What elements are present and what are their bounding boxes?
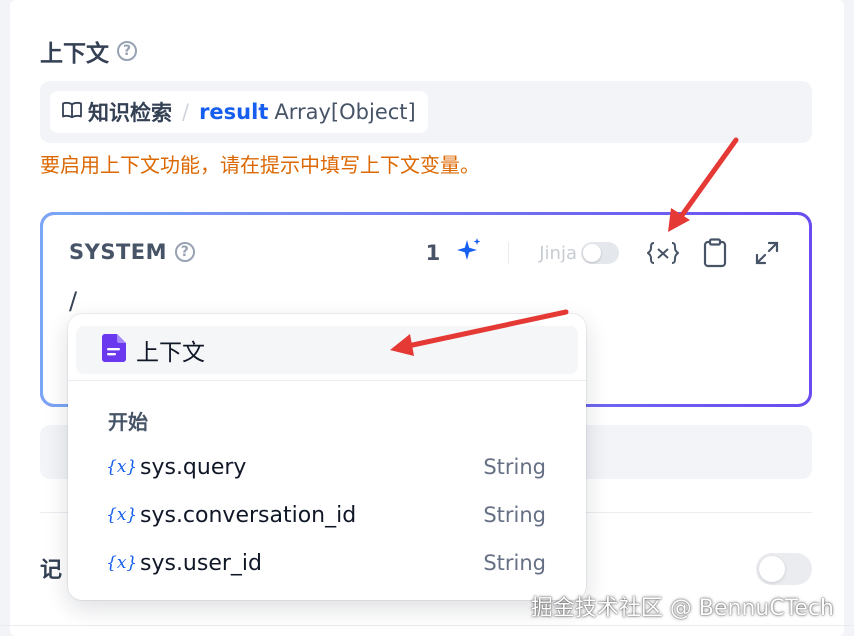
help-icon[interactable]: ? [117,41,137,61]
group-label: 开始 [108,410,148,434]
watermark: 掘金技术社区 @ BennuCTech [530,596,834,621]
bottom-divider [0,625,854,626]
sparkle-icon[interactable] [456,237,482,269]
variable-type: String [483,551,546,575]
editor-toolbar: 1 Jinja [426,233,785,273]
variable-name: sys.conversation_id [140,502,357,528]
prompt-content[interactable]: / [69,287,77,315]
variable-icon[interactable] [645,235,681,271]
role-label-group: SYSTEM ? [69,240,196,264]
variable-icon: {x} [106,553,138,573]
popup-divider [68,380,586,381]
variable-picker-popup: 上下文 开始 {x} sys.query String {x} sys.conv… [68,314,586,600]
toolbar-divider [508,242,510,264]
memory-toggle[interactable] [756,553,812,585]
variable-icon: {x} [106,457,138,477]
context-heading: 上下文 ? [40,34,137,68]
context-variable-type: Array[Object] [274,100,416,124]
variable-item[interactable]: {x} sys.conversation_id String [106,495,546,535]
variable-name: sys.query [140,454,247,480]
variable-icon: {x} [106,505,138,525]
help-icon[interactable]: ? [175,242,196,262]
token-count: 1 [425,241,441,265]
context-label: 上下文 [40,41,109,67]
memory-label: 记 [40,558,63,583]
context-selector[interactable]: 知识检索 / result Array[Object] [40,81,812,143]
context-source-name: 知识检索 [88,101,172,125]
context-variable-name: result [199,100,269,124]
variable-type: String [483,503,546,527]
role-label: SYSTEM [69,240,168,264]
expand-icon[interactable] [749,235,785,271]
book-icon [62,100,82,124]
context-variable-chip[interactable]: 知识检索 / result Array[Object] [50,91,428,133]
document-icon [102,334,126,366]
context-warning: 要启用上下文功能，请在提示中填写上下文变量。 [40,153,480,177]
jinja-toggle[interactable] [581,242,619,264]
variable-type: String [483,455,546,479]
clipboard-icon[interactable] [697,235,733,271]
variable-item[interactable]: {x} sys.user_id String [106,543,546,583]
variable-name: sys.user_id [140,550,262,576]
jinja-label: Jinja [539,242,577,264]
popup-context-label: 上下文 [136,340,205,366]
path-separator: / [182,100,190,124]
popup-context-item[interactable]: 上下文 [76,326,578,374]
variable-item[interactable]: {x} sys.query String [106,447,546,487]
